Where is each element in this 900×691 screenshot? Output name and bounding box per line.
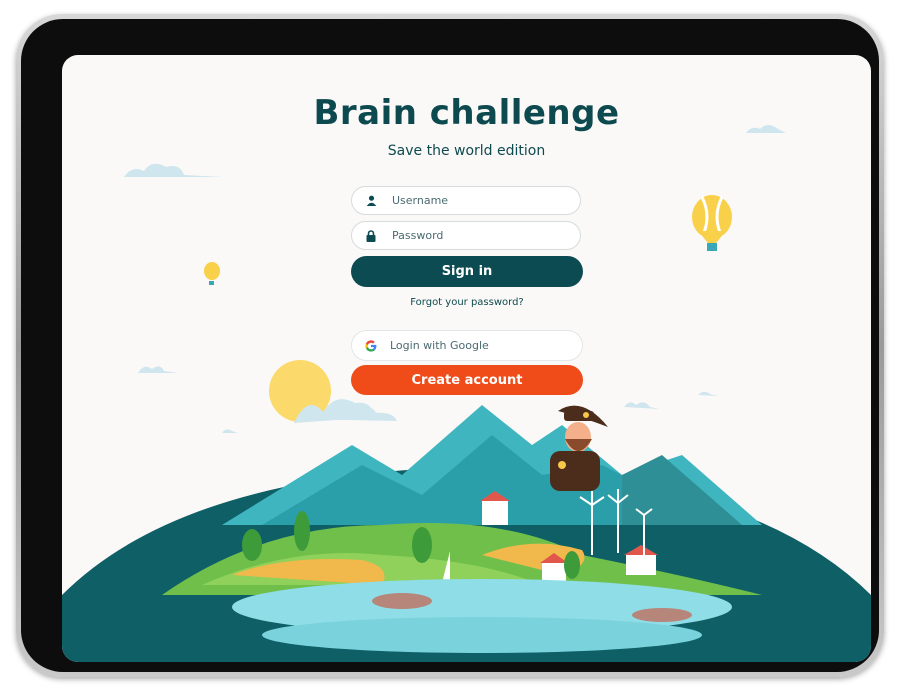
hot-air-balloon-small: [204, 262, 220, 285]
create-account-button[interactable]: Create account: [351, 365, 583, 395]
google-icon: [352, 339, 390, 352]
lock-icon: [352, 229, 390, 242]
app-title: Brain challenge: [313, 93, 620, 133]
hot-air-balloon-large: [692, 195, 732, 251]
google-login-label: Login with Google: [390, 339, 489, 352]
app-screen: Brain challenge Save the world edition S…: [62, 55, 871, 662]
user-icon: [352, 195, 390, 206]
google-login-button[interactable]: Login with Google: [351, 330, 583, 361]
username-input[interactable]: [390, 193, 564, 208]
app-subtitle: Save the world edition: [387, 143, 546, 159]
forgot-password-link[interactable]: Forgot your password?: [351, 297, 583, 308]
username-field[interactable]: [351, 186, 581, 215]
password-input[interactable]: [390, 228, 564, 243]
sign-in-button[interactable]: Sign in: [351, 256, 583, 287]
password-field[interactable]: [351, 221, 581, 250]
tablet-device: Brain challenge Save the world edition S…: [16, 14, 884, 677]
